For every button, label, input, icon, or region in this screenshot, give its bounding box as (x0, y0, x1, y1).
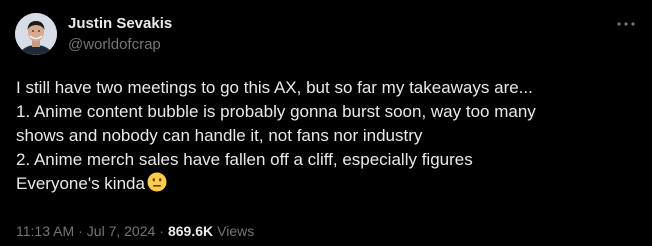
tweet-text: I still have two meetings to go this AX,… (16, 76, 636, 196)
tweet-date[interactable]: Jul 7, 2024 (87, 223, 156, 239)
avatar[interactable] (15, 13, 57, 55)
tweet-text-line-last: Everyone's kinda (16, 172, 636, 196)
meta-separator: · (159, 223, 164, 239)
views-count[interactable]: 869.6K (168, 223, 213, 239)
tweet-time[interactable]: 11:13 AM (16, 223, 74, 239)
tweet-text-line: 2. Anime merch sales have fallen off a c… (16, 150, 473, 169)
meta-separator: · (78, 223, 83, 239)
author-display-name[interactable]: Justin Sevakis (68, 14, 172, 34)
avatar-image (15, 13, 57, 55)
tweet-card: Justin Sevakis @worldofcrap I still have… (0, 0, 652, 246)
views-label: Views (217, 223, 255, 239)
tweet-text-line: Everyone's kinda (16, 174, 145, 193)
tweet-text-line: 1. Anime content bubble is probably gonn… (16, 102, 536, 121)
tweet-text-line: I still have two meetings to go this AX,… (16, 78, 533, 97)
more-options-button[interactable] (614, 12, 638, 36)
neutral-face-emoji-icon (147, 172, 167, 192)
author-handle[interactable]: @worldofcrap (68, 35, 161, 55)
tweet-text-line: shows and nobody can handle it, not fans… (16, 126, 423, 145)
tweet-meta: 11:13 AM · Jul 7, 2024 · 869.6K Views (16, 222, 254, 240)
more-horizontal-icon (617, 22, 635, 26)
